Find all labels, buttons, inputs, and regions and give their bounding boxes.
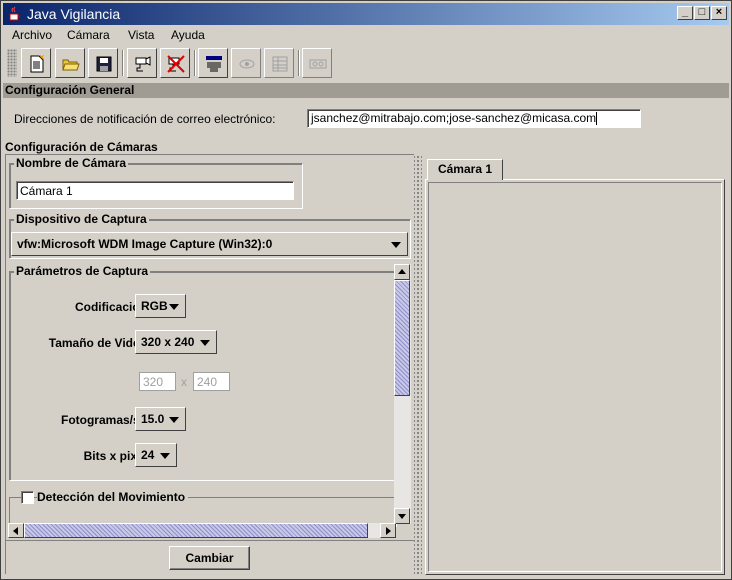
toolbar-separator <box>122 50 124 76</box>
menu-vista[interactable]: Vista <box>128 28 154 42</box>
width-input: 320 <box>139 372 176 391</box>
horizontal-scroll-thumb[interactable] <box>24 523 368 538</box>
chevron-down-icon <box>169 304 179 310</box>
grid-button[interactable] <box>264 48 294 78</box>
menu-ayuda[interactable]: Ayuda <box>171 28 205 42</box>
close-button[interactable]: × <box>711 6 727 20</box>
apply-button[interactable]: Cambiar <box>169 546 250 570</box>
capture-device-select[interactable]: vfw:Microsoft WDM Image Capture (Win32):… <box>11 232 408 256</box>
arrow-down-icon <box>398 514 406 519</box>
properties-icon <box>206 56 222 72</box>
times-symbol: x <box>181 375 187 389</box>
cameras-config-heading: Configuración de Cámaras <box>5 140 158 154</box>
new-button[interactable] <box>21 48 51 78</box>
open-folder-icon <box>62 59 80 71</box>
window-title: Java Vigilancia <box>27 6 121 22</box>
email-field[interactable]: jsanchez@mitrabajo.com;jose-sanchez@mica… <box>307 109 641 128</box>
motion-detection-checkbox[interactable] <box>21 491 34 504</box>
vertical-scroll-thumb[interactable] <box>394 280 410 396</box>
toolbar-separator <box>298 50 300 76</box>
bits-per-pixel-select[interactable]: 24 <box>135 443 177 467</box>
camera-view-panel: Cámara 1 <box>423 156 727 576</box>
menu-camara[interactable]: Cámara <box>67 28 110 42</box>
horizontal-scrollbar[interactable] <box>8 523 396 538</box>
fps-select[interactable]: 15.0 <box>135 407 186 431</box>
split-pane-divider[interactable] <box>414 155 422 575</box>
fps-label: Fotogramas/sg: <box>60 413 151 427</box>
scroll-left-button[interactable] <box>8 523 24 538</box>
menu-archivo[interactable]: Archivo <box>12 28 52 42</box>
chevron-down-icon <box>391 242 401 248</box>
remove-camera-button[interactable] <box>160 48 190 78</box>
camera-preview-area <box>428 182 722 572</box>
left-panel-left-border <box>5 154 6 574</box>
view-button[interactable] <box>231 48 261 78</box>
toolbar <box>3 45 729 81</box>
camera-remove-icon <box>167 55 185 73</box>
arrow-right-icon <box>386 527 391 535</box>
save-button[interactable] <box>88 48 118 78</box>
chevron-down-icon <box>200 340 210 346</box>
codec-select[interactable]: RGB <box>135 294 186 318</box>
maximize-button[interactable]: □ <box>694 6 710 20</box>
main-window: Java Vigilancia _ □ × Archivo Cámara Vis… <box>0 0 732 580</box>
toolbar-separator <box>194 50 196 76</box>
video-size-label: Tamaño de Video: <box>48 336 151 350</box>
tab-content <box>425 179 725 575</box>
motion-detection-label[interactable]: Detección del Movimiento <box>37 490 189 504</box>
left-panel-top-border <box>5 154 414 155</box>
record-tape-icon <box>309 59 327 69</box>
arrow-left-icon <box>13 527 18 535</box>
java-cup-icon <box>9 6 20 21</box>
camera-connect-icon <box>135 56 151 72</box>
chevron-down-icon <box>160 453 170 459</box>
bits-per-pixel-label: Bits x pixel: <box>83 449 151 463</box>
connect-camera-button[interactable] <box>127 48 157 78</box>
capture-device-value: vfw:Microsoft WDM Image Capture (Win32):… <box>17 237 273 251</box>
codec-value: RGB <box>141 299 168 313</box>
vertical-scrollbar[interactable] <box>394 264 411 524</box>
text-caret <box>596 112 598 126</box>
record-button[interactable] <box>302 48 332 78</box>
email-value: jsanchez@mitrabajo.com;jose-sanchez@mica… <box>311 111 597 125</box>
height-input: 240 <box>193 372 230 391</box>
bits-per-pixel-value: 24 <box>141 448 155 462</box>
new-document-icon <box>30 55 45 73</box>
video-size-select[interactable]: 320 x 240 <box>135 330 217 354</box>
video-size-value: 320 x 240 <box>141 335 195 349</box>
minimize-button[interactable]: _ <box>677 6 693 20</box>
arrow-up-icon <box>398 269 406 274</box>
codec-label: Codificación: <box>74 300 151 314</box>
grid-table-icon <box>272 56 288 72</box>
save-disk-icon <box>96 56 112 72</box>
menu-bar: Archivo Cámara Vista Ayuda <box>3 25 729 45</box>
capture-device-legend: Dispositivo de Captura <box>14 212 149 226</box>
scroll-up-button[interactable] <box>394 264 410 280</box>
left-panel-divider <box>5 540 414 541</box>
camera-name-input[interactable]: Cámara 1 <box>16 181 294 200</box>
fps-value: 15.0 <box>141 412 165 426</box>
email-label: Direcciones de notificación de correo el… <box>14 112 276 126</box>
capture-params-legend: Parámetros de Captura <box>14 264 151 278</box>
title-bar[interactable]: Java Vigilancia _ □ × <box>3 3 729 25</box>
scroll-right-button[interactable] <box>380 523 396 538</box>
open-button[interactable] <box>55 48 85 78</box>
chevron-down-icon <box>169 417 179 423</box>
toolbar-grip[interactable] <box>7 49 17 77</box>
eye-view-icon <box>239 59 255 69</box>
scroll-down-button[interactable] <box>394 508 410 524</box>
properties-button[interactable] <box>198 48 228 78</box>
tab-camara-1[interactable]: Cámara 1 <box>427 159 503 180</box>
general-config-heading: Configuración General <box>3 83 729 98</box>
camera-name-legend: Nombre de Cámara <box>14 156 129 170</box>
